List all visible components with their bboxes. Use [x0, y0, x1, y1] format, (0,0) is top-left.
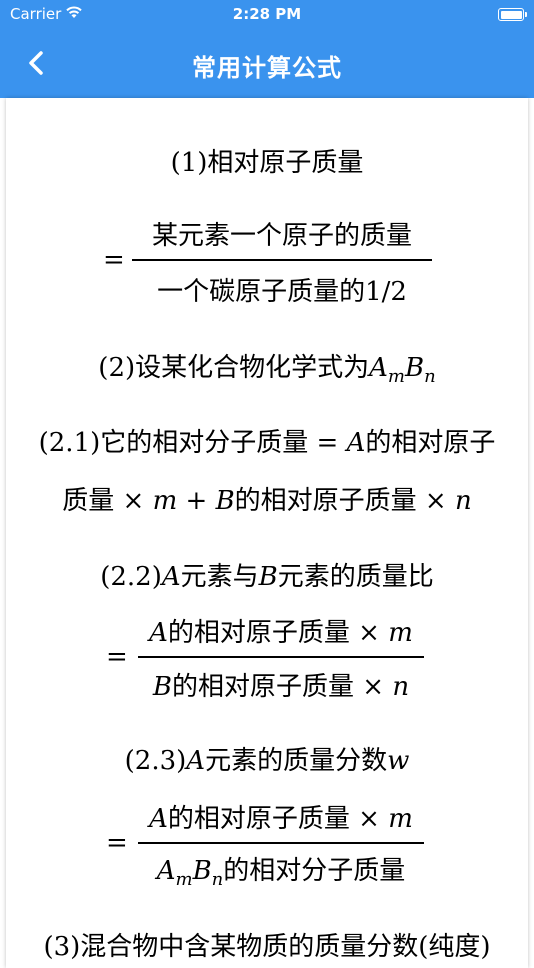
formula-1-title: (1)相对原子质量 — [170, 148, 364, 178]
equals-sign: = — [106, 828, 128, 858]
equals-sign: = — [103, 245, 125, 275]
battery-icon — [498, 8, 527, 21]
page-title: 常用计算公式 — [192, 54, 342, 82]
nav-bar: 常用计算公式 — [0, 30, 534, 98]
fraction-bar — [132, 259, 432, 261]
status-bar: Carrier 2:28 PM — [0, 0, 534, 30]
fraction-numerator: A的相对原子质量 × m — [149, 618, 413, 648]
fraction-numerator: A的相对原子质量 × m — [149, 804, 413, 834]
formula-2-3-title: (2.3)A元素的质量分数w — [124, 746, 410, 776]
fraction-denominator: AmBn的相对分子质量 — [156, 856, 406, 891]
formula-2-1-line-2: 质量 × m + B的相对原子质量 × n — [62, 486, 472, 516]
formula-2-1-line-1: (2.1)它的相对分子质量 = A的相对原子 — [38, 428, 496, 458]
fraction-bar — [138, 842, 424, 844]
formula-3-title: (3)混合物中含某物质的质量分数(纯度) — [43, 932, 491, 962]
fraction-bar — [138, 656, 424, 658]
equals-sign: = — [106, 642, 128, 672]
status-time: 2:28 PM — [232, 5, 302, 23]
formula-2-title: (2)设某化合物化学式为AmBn — [98, 353, 436, 388]
fraction-denominator: B的相对原子质量 × n — [152, 672, 410, 702]
formula-2-2-title: (2.2)A元素与B元素的质量比 — [100, 562, 434, 592]
fraction-numerator: 某元素一个原子的质量 — [151, 221, 412, 251]
fraction-denominator: 一个碳原子质量的1/2 — [157, 277, 407, 307]
